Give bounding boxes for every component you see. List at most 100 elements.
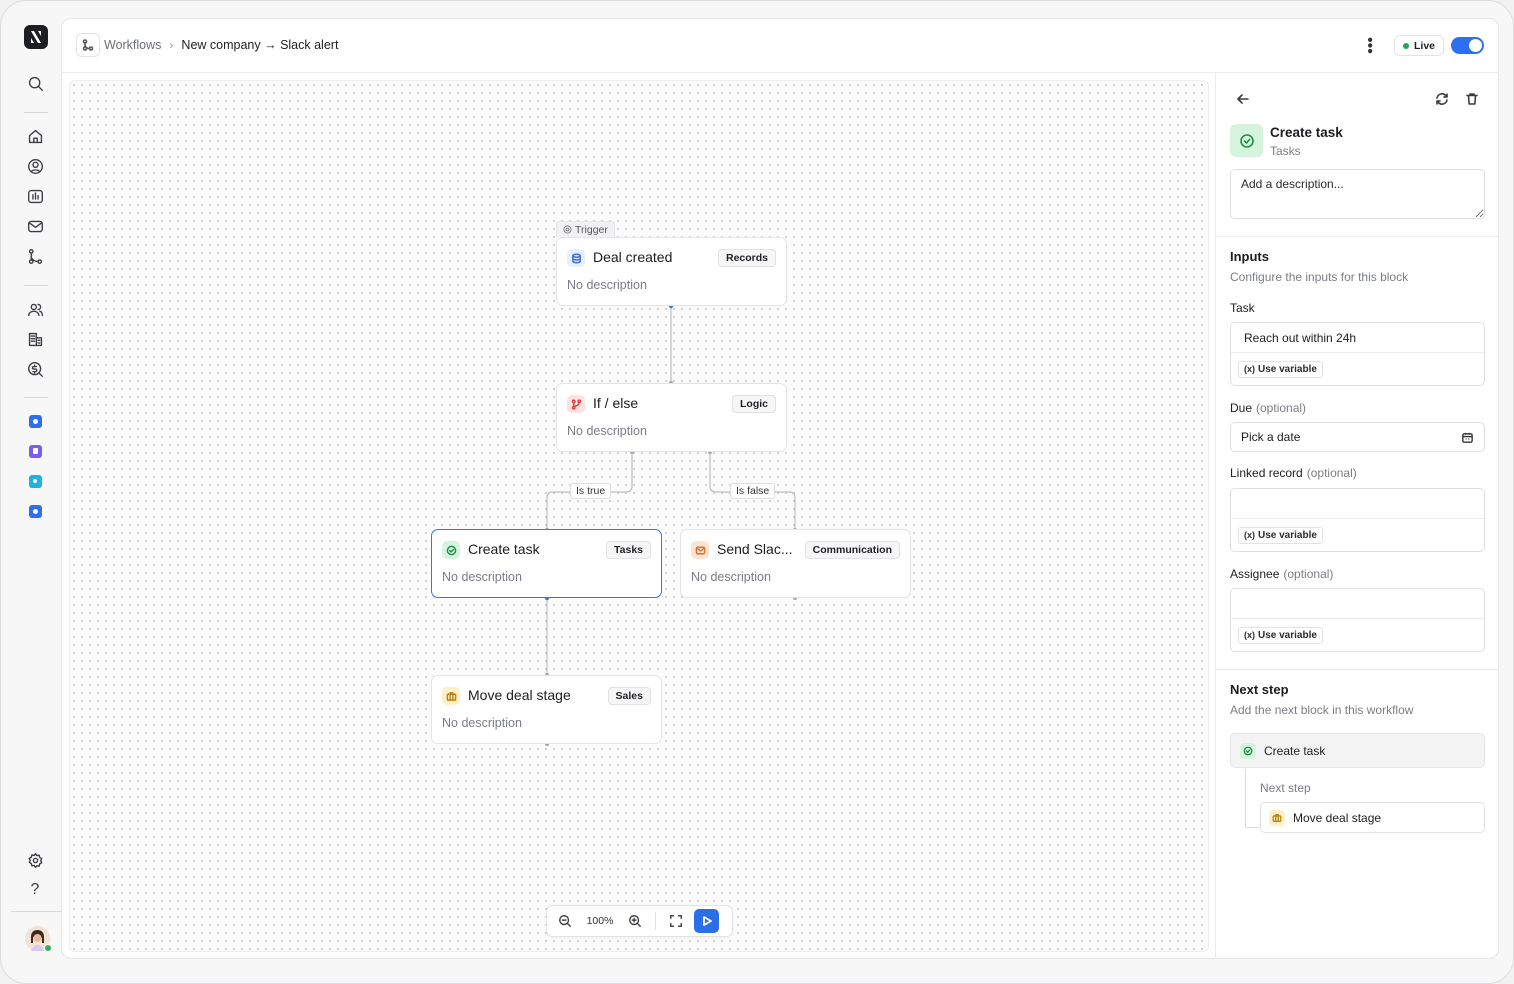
trigger-label: Trigger bbox=[556, 221, 615, 237]
chevron-right-icon: › bbox=[169, 38, 174, 52]
assignee-label: Assignee (optional) bbox=[1230, 567, 1334, 581]
status-label: Live bbox=[1413, 39, 1435, 52]
linked-record-value[interactable] bbox=[1231, 489, 1484, 519]
edge-label-false: Is false bbox=[730, 483, 776, 499]
linked-record-field[interactable]: (x) Use variable bbox=[1230, 488, 1485, 552]
app-cyan-icon[interactable] bbox=[23, 469, 47, 493]
app-window: ? Workflows › New company → Slack alert … bbox=[0, 0, 1514, 984]
app-logo[interactable] bbox=[24, 25, 48, 49]
inputs-heading: Inputs bbox=[1230, 249, 1269, 264]
node-tag: Sales bbox=[607, 687, 651, 705]
node-tag: Logic bbox=[732, 395, 776, 413]
user-circle-icon[interactable] bbox=[23, 154, 47, 178]
app-blue2-icon[interactable] bbox=[23, 499, 47, 523]
due-label: Due (optional) bbox=[1230, 401, 1307, 415]
tree-line bbox=[1245, 827, 1259, 828]
analytics-icon[interactable] bbox=[23, 184, 47, 208]
briefcase-icon bbox=[442, 687, 460, 705]
due-value: Pick a date bbox=[1241, 430, 1301, 444]
panel-subtitle: Tasks bbox=[1270, 144, 1301, 158]
workflow-editor: Workflows › New company → Slack alert ••… bbox=[61, 18, 1499, 959]
node-if-else[interactable]: If / else Logic No description bbox=[556, 383, 787, 452]
check-circle-icon bbox=[1240, 742, 1256, 759]
live-toggle[interactable] bbox=[1451, 37, 1484, 54]
node-send-slack[interactable]: Send Slac... Communication No descriptio… bbox=[680, 529, 911, 598]
people-icon[interactable] bbox=[23, 297, 47, 321]
zoom-level: 100% bbox=[586, 915, 614, 927]
check-circle-icon bbox=[1230, 124, 1263, 157]
node-title: Move deal stage bbox=[468, 687, 571, 703]
use-variable-button[interactable]: (x) Use variable bbox=[1238, 526, 1323, 544]
node-title: Create task bbox=[468, 541, 540, 557]
sidebar: ? bbox=[1, 1, 61, 983]
next-step-heading: Next step bbox=[1230, 682, 1289, 697]
building-icon[interactable] bbox=[23, 327, 47, 351]
workflow-icon[interactable] bbox=[23, 244, 47, 268]
next-step-item[interactable]: Create task bbox=[1230, 733, 1485, 768]
app-purple-icon[interactable] bbox=[23, 439, 47, 463]
branch-icon bbox=[567, 395, 585, 413]
breadcrumb: Workflows › New company → Slack alert bbox=[104, 38, 338, 52]
calendar-icon bbox=[1462, 432, 1473, 443]
edge-label-true: Is true bbox=[570, 483, 612, 499]
mail-icon bbox=[691, 541, 709, 559]
node-description: No description bbox=[442, 570, 522, 584]
divider bbox=[11, 911, 61, 912]
help-icon[interactable]: ? bbox=[23, 878, 47, 902]
assignee-value[interactable] bbox=[1231, 589, 1484, 619]
more-options-icon[interactable]: ••• bbox=[1361, 37, 1378, 54]
trash-icon[interactable] bbox=[1462, 89, 1482, 109]
zoom-in-icon[interactable] bbox=[623, 909, 647, 933]
workflow-icon[interactable] bbox=[76, 33, 100, 57]
divider bbox=[1216, 236, 1498, 237]
zoom-toolbar: 100% bbox=[546, 905, 733, 937]
status-badge: Live bbox=[1393, 35, 1444, 56]
due-date-picker[interactable]: Pick a date bbox=[1230, 422, 1485, 452]
use-variable-button[interactable]: (x) Use variable bbox=[1238, 360, 1323, 378]
run-button[interactable] bbox=[694, 909, 719, 933]
nested-next-step-label: Next step bbox=[1260, 781, 1311, 795]
divider bbox=[1216, 669, 1498, 670]
linked-record-label: Linked record (optional) bbox=[1230, 466, 1357, 480]
block-settings-panel: Create task Tasks Inputs Configure the i… bbox=[1215, 73, 1498, 958]
nested-next-step-item-label: Move deal stage bbox=[1293, 810, 1382, 825]
description-field[interactable] bbox=[1230, 169, 1485, 219]
app-blue-icon[interactable] bbox=[23, 409, 47, 433]
task-value[interactable]: Reach out within 24h bbox=[1231, 323, 1484, 353]
task-field[interactable]: Reach out within 24h (x) Use variable bbox=[1230, 322, 1485, 386]
check-circle-icon bbox=[442, 541, 460, 559]
dollar-search-icon[interactable] bbox=[23, 357, 47, 381]
task-label: Task bbox=[1230, 301, 1255, 315]
settings-icon[interactable] bbox=[23, 848, 47, 872]
use-variable-button[interactable]: (x) Use variable bbox=[1238, 626, 1323, 644]
target-icon bbox=[563, 225, 572, 234]
top-bar: Workflows › New company → Slack alert ••… bbox=[62, 19, 1498, 73]
node-title: Deal created bbox=[593, 249, 673, 265]
nested-next-step-item[interactable]: Move deal stage bbox=[1260, 802, 1485, 833]
home-icon[interactable] bbox=[23, 124, 47, 148]
breadcrumb-current[interactable]: New company → Slack alert bbox=[181, 38, 338, 52]
node-tag: Tasks bbox=[606, 541, 651, 559]
node-create-task[interactable]: Create task Tasks No description bbox=[431, 529, 662, 598]
divider bbox=[24, 112, 48, 113]
node-deal-created[interactable]: Deal created Records No description bbox=[556, 237, 787, 306]
zoom-out-icon[interactable] bbox=[553, 909, 577, 933]
divider bbox=[24, 285, 48, 286]
breadcrumb-workflows[interactable]: Workflows bbox=[104, 38, 161, 52]
node-description: No description bbox=[567, 278, 647, 292]
panel-title: Create task bbox=[1270, 125, 1343, 140]
node-move-deal-stage[interactable]: Move deal stage Sales No description bbox=[431, 675, 662, 744]
next-step-item-label: Create task bbox=[1264, 743, 1326, 758]
fit-view-icon[interactable] bbox=[664, 909, 688, 933]
back-arrow-icon[interactable] bbox=[1233, 89, 1253, 109]
refresh-icon[interactable] bbox=[1432, 89, 1452, 109]
workflow-canvas[interactable]: Trigger Deal created Records No descript… bbox=[69, 80, 1209, 952]
inbox-icon[interactable] bbox=[23, 214, 47, 238]
online-status-dot bbox=[44, 944, 52, 952]
node-description: No description bbox=[691, 570, 771, 584]
search-icon[interactable] bbox=[23, 71, 47, 95]
assignee-field[interactable]: (x) Use variable bbox=[1230, 588, 1485, 652]
node-tag: Communication bbox=[804, 541, 900, 559]
avatar[interactable] bbox=[25, 926, 52, 952]
play-icon bbox=[702, 916, 712, 926]
